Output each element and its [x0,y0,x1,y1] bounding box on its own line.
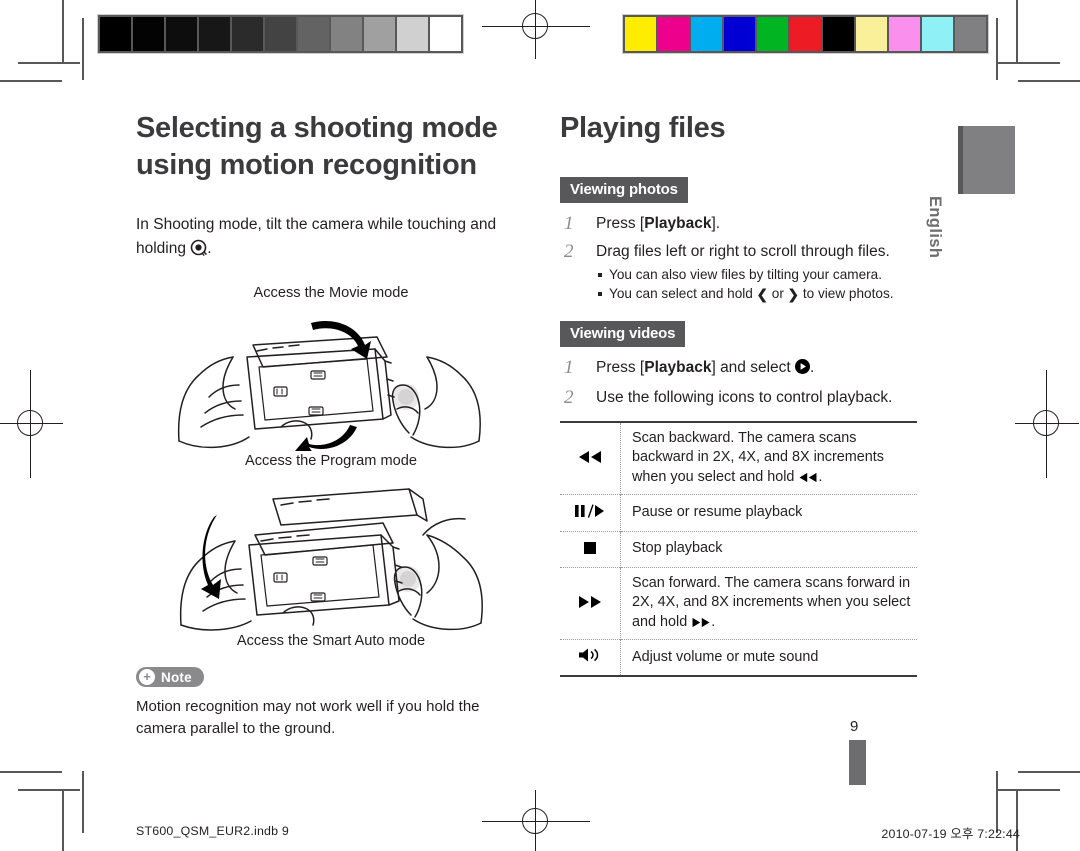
illustration-1-caption-top: Access the Movie mode [253,285,409,302]
folio-bar [849,740,866,785]
steps-viewing-photos: 1 Press [Playback]. 2 Drag files left or… [560,213,930,305]
fast-forward-icon [560,566,621,640]
registration-mark-left [0,370,63,478]
page-title-right: Playing files [560,112,726,144]
note-text: Motion recognition may not work well if … [136,698,480,737]
step-number: 2 [564,386,574,408]
calibration-swatch [364,17,395,51]
section-viewing-photos: Viewing photos 1 Press [Playback]. 2 Dra… [560,176,930,305]
illustration-movie-program-mode [177,321,481,452]
table-cell-description: Scan forward. The camera scans forward i… [620,566,917,640]
rewind-icon [560,421,621,495]
playback-key-label: Playback [644,358,712,376]
step-item: 1 Press [Playback]. [560,213,930,235]
calibration-swatch [199,17,230,51]
calibration-swatch [889,17,920,51]
subnote-item: You can also view files by tilting your … [596,265,930,285]
calibration-swatch [430,17,461,51]
table-row: Scan forward. The camera scans forward i… [560,566,917,640]
table-row: Stop playback [560,530,917,568]
page-number: 9 [850,718,859,735]
step-subnotes: You can also view files by tilting your … [596,265,930,305]
calibration-swatch [331,17,362,51]
illustration-2-caption-bottom: Access the Smart Auto mode [236,633,426,650]
illustration-smart-auto-mode [179,488,483,631]
calibration-swatch [625,17,656,51]
subnote-item: You can select and hold ❮ or ❯ to view p… [596,284,930,305]
chevron-right-icon: ❯ [787,287,800,303]
step-number: 1 [564,356,574,378]
footer-timestamp: 2010-07-19 오후 7:22:44 [881,827,1020,841]
plus-circle-icon: + [139,669,155,686]
calibration-swatch [100,17,131,51]
pause-play-icon [560,494,621,531]
note-badge-label: Note [161,669,192,685]
language-tab-block [958,126,1015,194]
chevron-left-icon: ❮ [756,287,769,303]
table-cell-description: Adjust volume or mute sound [620,639,917,677]
calibration-swatch [691,17,722,51]
steps-viewing-videos: 1 Press [Playback] and select . 2 Use th… [560,357,930,409]
color-calibration-strip [622,14,989,54]
page-title-left: Selecting a shooting mode using motion r… [136,110,526,183]
section-viewing-videos: Viewing videos 1 Press [Playback] and se… [560,320,930,678]
playback-control-table: Scan backward. The camera scans backward… [560,420,918,678]
motion-recognition-icon [190,239,208,264]
step-text-after: ]. [711,214,721,232]
calibration-swatch [232,17,263,51]
intro-text-after: . [207,239,212,257]
volume-icon [560,639,621,677]
registration-mark-bottom [482,790,590,851]
registration-mark-top [482,0,590,59]
playback-key-label: Playback [644,214,712,232]
step-number: 1 [564,212,574,234]
section-heading-viewing-videos: Viewing videos [560,320,686,347]
table-row: Adjust volume or mute sound [560,639,917,677]
step-text: Drag files left or right to scroll throu… [596,242,890,260]
grayscale-calibration-strip [97,14,464,54]
table-row: Pause or resume playback [560,494,917,531]
calibration-swatch [298,17,329,51]
step-number: 2 [564,240,574,262]
right-column: Playing files Viewing photos 1 Press [Pl… [560,110,930,678]
calibration-swatch [823,17,854,51]
calibration-swatch [397,17,428,51]
step-text-before: Press [ [596,358,645,376]
calibration-swatch [922,17,953,51]
table-cell-description: Pause or resume playback [620,494,917,531]
calibration-swatch [265,17,296,51]
rewind-icon-inline [798,469,818,489]
page-title-left-line2: using motion recognition [136,148,477,181]
section-heading-viewing-photos: Viewing photos [560,176,688,203]
table-cell-description: Scan backward. The camera scans backward… [621,422,918,495]
stop-icon [560,530,621,568]
registration-mark-right [1015,370,1079,478]
calibration-swatch [856,17,887,51]
step-item: 2 Drag files left or right to scroll thr… [560,241,930,305]
note-badge: + Note [136,667,204,688]
calibration-swatch [658,17,689,51]
table-cell-description: Stop playback [620,530,917,568]
page-title-left-line1: Selecting a shooting mode [136,112,498,144]
table-row: Scan backward. The camera scans backward… [560,421,918,495]
illustration-1-caption-bottom: Access the Program mode [245,453,417,470]
step-item: 2 Use the following icons to control pla… [560,387,930,409]
print-page: Selecting a shooting mode using motion r… [0,0,1080,851]
note-block: + Note Motion recognition may not work w… [136,667,526,739]
calibration-swatch [166,17,197,51]
step-text: Use the following icons to control playb… [596,388,893,406]
step-item: 1 Press [Playback] and select . [560,357,930,381]
language-tab-label: English [926,196,944,259]
calibration-swatch [724,17,755,51]
step-text-before: Press [ [596,214,645,232]
fast-forward-icon-inline [691,614,711,634]
calibration-swatch [790,17,821,51]
play-circle-icon [795,358,811,381]
intro-paragraph: In Shooting mode, tilt the camera while … [136,213,526,263]
left-column: Selecting a shooting mode using motion r… [136,110,526,739]
calibration-swatch [133,17,164,51]
calibration-swatch [955,17,986,51]
footer-filename: ST600_QSM_EUR2.indb 9 [136,824,289,838]
calibration-swatch [757,17,788,51]
